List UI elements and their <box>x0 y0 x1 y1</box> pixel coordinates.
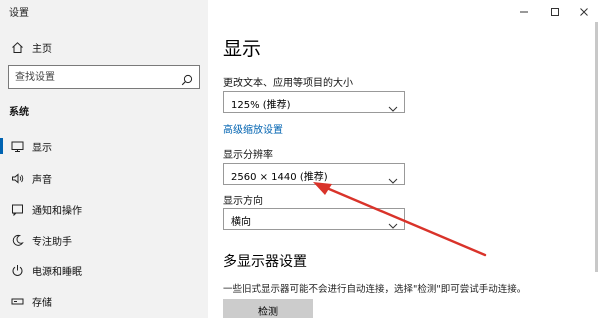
selection-indicator <box>0 138 3 154</box>
sidebar-item-sound[interactable]: 声音 <box>0 165 208 191</box>
page-title: 显示 <box>223 38 262 60</box>
sidebar-item-power-sleep[interactable]: 电源和睡眠 <box>0 257 208 283</box>
scale-dropdown[interactable]: 125% (推荐) <box>223 91 405 113</box>
resolution-dropdown[interactable]: 2560 × 1440 (推荐) <box>223 163 405 185</box>
sidebar: 设置 主页 系统 显示 声音 通知和操作 专注助手 <box>0 0 208 318</box>
chevron-down-icon <box>388 170 398 189</box>
power-icon <box>10 263 24 277</box>
sidebar-item-display[interactable]: 显示 <box>0 133 208 159</box>
multi-display-heading: 多显示器设置 <box>223 254 307 270</box>
sidebar-item-storage[interactable]: 存储 <box>0 288 208 314</box>
window-title: 设置 <box>9 8 29 19</box>
moon-icon <box>10 233 24 247</box>
resolution-value: 2560 × 1440 (推荐) <box>231 172 328 183</box>
home-icon <box>10 40 24 54</box>
storage-icon <box>10 294 24 308</box>
monitor-icon <box>10 139 24 153</box>
sidebar-item-focus-assist[interactable]: 专注助手 <box>0 227 208 253</box>
advanced-scaling-link[interactable]: 高级缩放设置 <box>223 121 283 136</box>
detect-button[interactable]: 检测 <box>223 299 313 318</box>
sidebar-item-home[interactable]: 主页 <box>0 34 208 60</box>
multi-display-description: 一些旧式显示器可能不会进行自动连接，选择"检测"即可尝试手动连接。 <box>223 284 527 295</box>
search-icon[interactable] <box>181 71 193 90</box>
scale-label: 更改文本、应用等项目的大小 <box>223 78 353 89</box>
main-content: 显示 更改文本、应用等项目的大小 125% (推荐) 高级缩放设置 显示分辨率 … <box>208 0 600 318</box>
orientation-label: 显示方向 <box>223 196 263 207</box>
speaker-icon <box>10 171 24 185</box>
sidebar-item-label: 通知和操作 <box>32 205 82 217</box>
sidebar-item-label: 主页 <box>32 43 52 55</box>
orientation-value: 横向 <box>231 217 251 228</box>
sidebar-item-label: 显示 <box>32 142 52 154</box>
orientation-dropdown[interactable]: 横向 <box>223 208 405 230</box>
sidebar-item-label: 专注助手 <box>32 236 72 248</box>
chevron-down-icon <box>388 215 398 234</box>
sidebar-item-notifications[interactable]: 通知和操作 <box>0 196 208 222</box>
chevron-down-icon <box>388 98 398 117</box>
sidebar-item-label: 声音 <box>32 174 52 186</box>
section-heading: 系统 <box>9 107 29 118</box>
scrollbar[interactable] <box>595 22 598 272</box>
search-field[interactable] <box>8 65 200 89</box>
resolution-label: 显示分辨率 <box>223 150 273 161</box>
search-input[interactable] <box>15 69 175 85</box>
sidebar-item-label: 电源和睡眠 <box>32 266 82 278</box>
scale-value: 125% (推荐) <box>231 100 291 111</box>
notification-icon <box>10 202 24 216</box>
sidebar-item-label: 存储 <box>32 297 52 309</box>
